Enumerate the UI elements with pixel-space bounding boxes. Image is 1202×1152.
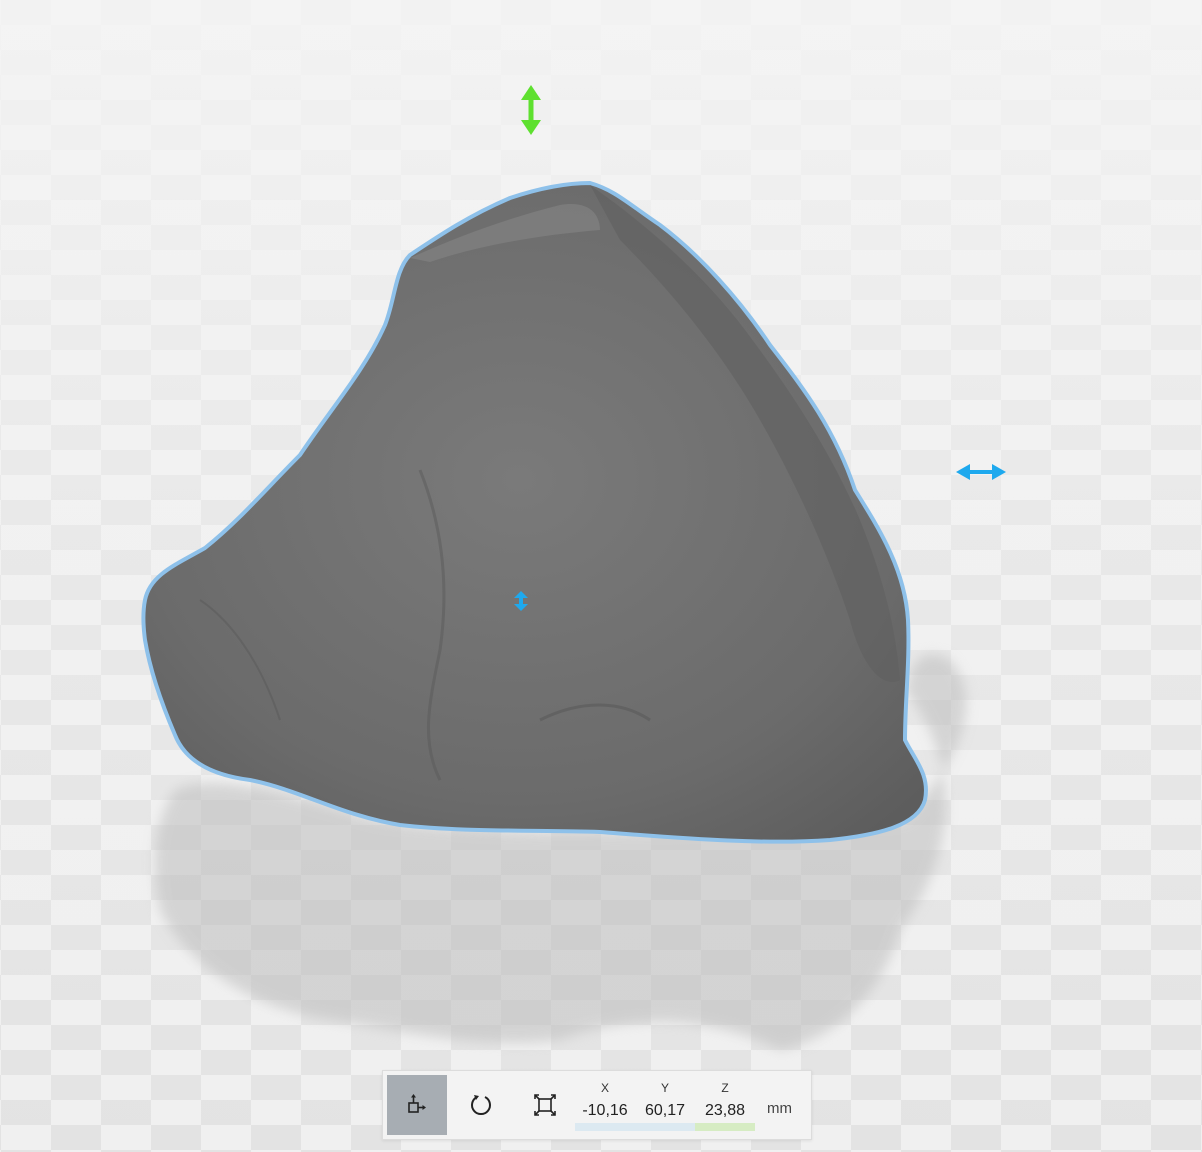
scene-canvas[interactable] — [0, 0, 1202, 1152]
scale-icon — [534, 1094, 556, 1116]
x-value[interactable]: -10,16 — [582, 1101, 627, 1121]
y-value[interactable]: 60,17 — [645, 1101, 685, 1121]
y-axis-bar — [635, 1123, 695, 1131]
scale-tool-button[interactable] — [515, 1075, 575, 1135]
rotate-icon — [471, 1095, 491, 1116]
move-tool-button[interactable] — [387, 1075, 447, 1135]
x-axis-bar — [575, 1123, 635, 1131]
z-value[interactable]: 23,88 — [705, 1101, 745, 1121]
y-axis-label: Y — [660, 1081, 669, 1095]
z-coordinate-field[interactable]: Z 23,88 — [695, 1075, 755, 1135]
z-axis-bar — [695, 1123, 755, 1131]
x-coordinate-field[interactable]: X -10,16 — [575, 1075, 635, 1135]
move-icon — [408, 1094, 426, 1113]
z-axis-label: Z — [721, 1081, 729, 1095]
unit-label: mm — [767, 1099, 792, 1117]
3d-viewport[interactable]: X -10,16 Y 60,17 Z 23,88 mm — [0, 0, 1202, 1152]
y-coordinate-field[interactable]: Y 60,17 — [635, 1075, 695, 1135]
x-axis-label: X — [600, 1081, 609, 1095]
transform-toolbar: X -10,16 Y 60,17 Z 23,88 mm — [382, 1070, 812, 1140]
rotate-tool-button[interactable] — [451, 1075, 511, 1135]
